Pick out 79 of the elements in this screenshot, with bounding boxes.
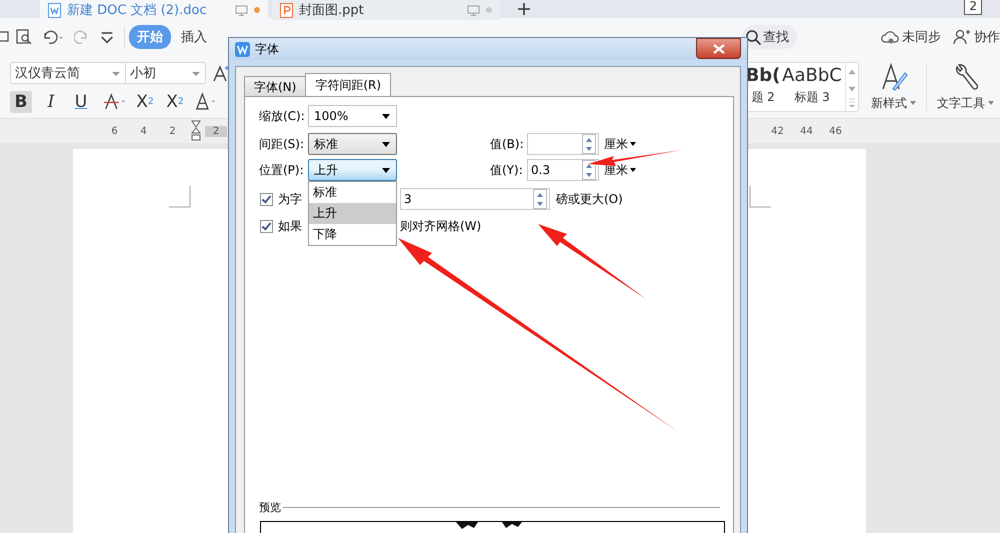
document-icon	[48, 2, 61, 18]
dialog-tab[interactable]: 字符间距(R)	[305, 73, 392, 97]
grow-font-icon[interactable]	[212, 64, 230, 82]
ruler-number: 2	[168, 126, 177, 136]
checkbox[interactable]	[260, 192, 273, 206]
cloud-icon	[881, 30, 899, 44]
points-field[interactable]: 3	[400, 188, 550, 210]
ruler-number: 46	[828, 126, 843, 136]
new-tab-icon[interactable]	[518, 3, 530, 15]
ruler-number: 4	[139, 126, 148, 136]
caret-icon	[630, 142, 636, 146]
ruler-number: 44	[799, 126, 814, 136]
unit-dropdown[interactable]: 厘米	[604, 136, 636, 152]
ruler-number: 42	[770, 126, 785, 136]
spinner-icon[interactable]	[582, 134, 596, 154]
spinner-icon[interactable]	[533, 189, 547, 209]
collaborate-button[interactable]: 协作	[953, 28, 1000, 46]
close-icon	[712, 44, 724, 54]
checkbox-label: 如果	[278, 218, 302, 234]
indent-marker-icon[interactable]	[191, 120, 201, 142]
document-tab[interactable]: 新建 DOC 文档 (2).doc	[40, 0, 268, 20]
checkbox[interactable]	[260, 220, 273, 232]
spacing-value-field[interactable]	[527, 133, 599, 155]
checkbox-label: 为字	[278, 190, 302, 208]
person-add-icon	[953, 29, 971, 45]
style-name[interactable]: 题 2	[751, 89, 775, 106]
position-dropdown[interactable]: 上升	[308, 159, 397, 181]
dialog-title: 字体	[255, 40, 279, 58]
margin-mark-icon	[749, 186, 771, 208]
search-icon	[746, 30, 761, 44]
underline-icon[interactable]: U	[70, 90, 92, 112]
preview-label: 预览	[259, 500, 281, 515]
search-button[interactable]: 查找	[742, 25, 797, 49]
caret-icon	[382, 142, 390, 147]
dropdown-option[interactable]: 下降	[309, 224, 396, 245]
dropdown-option[interactable]: 上升	[309, 203, 396, 224]
ruler-number: 6	[110, 126, 119, 136]
field-label: 间距(S):	[259, 136, 306, 152]
superscript-icon[interactable]: X$^{2}$	[134, 90, 156, 112]
spacing-dropdown[interactable]: 标准	[308, 133, 397, 155]
strikethrough-icon[interactable]	[102, 92, 128, 111]
spinner-icon[interactable]	[582, 160, 596, 180]
scale-dropdown[interactable]: 100%	[308, 105, 397, 127]
print-preview-icon[interactable]	[16, 29, 32, 45]
dialog-tab[interactable]: 字体(N)	[244, 76, 306, 97]
ruler-number: 2	[205, 126, 227, 136]
document-tab[interactable]: 封面图.ppt	[272, 0, 500, 20]
italic-icon[interactable]: I	[40, 90, 62, 112]
field-label: 值(B):	[490, 136, 525, 152]
new-style-button[interactable]: 新样式	[865, 62, 922, 112]
font-name-field[interactable]: 汉仪青云简	[10, 62, 126, 84]
caret-icon	[382, 168, 390, 173]
style-sample[interactable]: AaBbC	[782, 63, 842, 89]
position-value-field[interactable]: 0.3	[527, 159, 599, 181]
sync-button[interactable]: 未同步	[881, 28, 941, 46]
button-label: 新样式	[871, 94, 916, 112]
field-label: 缩放(C):	[259, 108, 306, 124]
field-label: 位置(P):	[259, 162, 305, 178]
text-tools-button[interactable]: 文字工具	[931, 62, 1000, 112]
monitor-icon[interactable]	[235, 4, 248, 16]
checkbox-label: 则对齐网格(W)	[400, 218, 482, 234]
presentation-icon	[280, 2, 293, 18]
ribbon-tab[interactable]: 插入	[173, 25, 215, 49]
style-name[interactable]: 标题 3	[794, 89, 830, 106]
status-dot	[254, 7, 260, 13]
margin-mark-icon	[169, 186, 191, 208]
dropdown-option[interactable]: 标准	[309, 182, 396, 203]
more-icon[interactable]	[99, 29, 115, 45]
font-size-field[interactable]: 小初	[126, 62, 206, 84]
bold-icon[interactable]: B	[10, 90, 32, 112]
app-logo-icon	[235, 42, 250, 56]
field-label: 磅或更大(O)	[556, 190, 623, 208]
close-button[interactable]	[696, 38, 741, 59]
caret-icon	[382, 114, 390, 119]
status-dot	[486, 7, 492, 13]
field-label: 值(Y):	[490, 162, 524, 178]
caret-icon	[630, 168, 636, 172]
window-count[interactable]: 2	[964, 0, 982, 15]
button-label: 文字工具	[937, 94, 994, 112]
